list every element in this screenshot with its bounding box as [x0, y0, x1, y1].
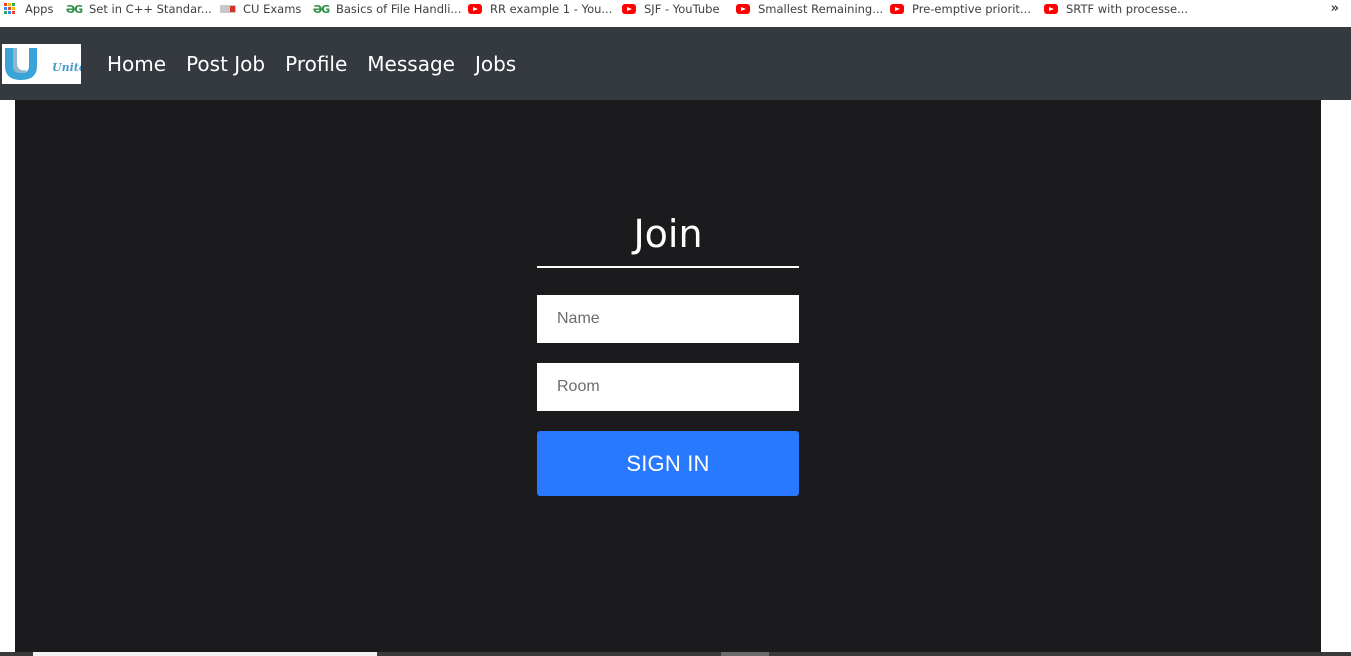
navbar: Unite Home Post Job Profile Message Jobs — [0, 27, 1351, 100]
unite-logo-icon: Unite — [5, 48, 81, 80]
nav-message[interactable]: Message — [367, 51, 455, 77]
bookmark-rr-example[interactable]: RR example 1 - You... — [467, 0, 612, 18]
bookmark-label: Set in C++ Standar... — [89, 2, 212, 16]
youtube-icon — [1043, 3, 1059, 15]
page-title: Join — [537, 210, 799, 268]
bookmark-smallest-remaining[interactable]: Smallest Remaining... — [735, 0, 883, 18]
bookmark-set-in-cpp[interactable]: ƏG Set in C++ Standar... — [66, 0, 212, 18]
horizontal-scrollbar[interactable] — [0, 652, 1351, 656]
bookmark-label: Pre-emptive priorit... — [912, 2, 1031, 16]
nav-jobs[interactable]: Jobs — [475, 51, 516, 77]
geeksforgeeks-icon: ƏG — [312, 2, 330, 16]
sign-in-button[interactable]: SIGN IN — [537, 431, 799, 496]
apps-grid-icon — [2, 3, 18, 15]
bookmark-label: Basics of File Handli... — [336, 2, 462, 16]
bookmark-label: CU Exams — [243, 2, 302, 16]
bookmark-srtf[interactable]: SRTF with processe... — [1043, 0, 1188, 18]
bookmarks-bar: Apps ƏG Set in C++ Standar... CU Exams Ə… — [0, 0, 1351, 27]
bookmarks-overflow-icon[interactable]: » — [1331, 1, 1339, 16]
bookmark-apps[interactable]: Apps — [2, 0, 53, 18]
bookmark-label: RR example 1 - You... — [490, 2, 613, 16]
bookmark-sjf[interactable]: SJF - YouTube — [621, 0, 720, 18]
scrollbar-thumb[interactable] — [721, 652, 769, 656]
bookmark-file-handling[interactable]: ƏG Basics of File Handli... — [312, 0, 462, 18]
cu-icon — [220, 3, 236, 15]
room-input[interactable] — [537, 363, 799, 411]
join-page: Join SIGN IN — [15, 100, 1321, 656]
brand-logo[interactable]: Unite — [2, 44, 81, 84]
youtube-icon — [735, 3, 751, 15]
bookmark-preemptive-priority[interactable]: Pre-emptive priorit... — [889, 0, 1031, 18]
nav-post-job[interactable]: Post Job — [186, 51, 265, 77]
bookmark-cu-exams[interactable]: CU Exams — [220, 0, 301, 18]
bookmark-label: Apps — [25, 2, 54, 16]
join-form: Join SIGN IN — [537, 210, 799, 496]
youtube-icon — [889, 3, 905, 15]
nav-links: Home Post Job Profile Message Jobs — [107, 51, 536, 77]
youtube-icon — [467, 3, 483, 15]
bookmark-label: SRTF with processe... — [1066, 2, 1189, 16]
geeksforgeeks-icon: ƏG — [65, 2, 83, 16]
brand-name: Unite — [52, 61, 81, 74]
youtube-icon — [621, 3, 637, 15]
nav-home[interactable]: Home — [107, 51, 166, 77]
bookmark-label: SJF - YouTube — [644, 2, 720, 16]
scrollbar-thumb[interactable] — [33, 652, 377, 656]
nav-profile[interactable]: Profile — [285, 51, 347, 77]
name-input[interactable] — [537, 295, 799, 343]
bookmark-label: Smallest Remaining... — [758, 2, 884, 16]
